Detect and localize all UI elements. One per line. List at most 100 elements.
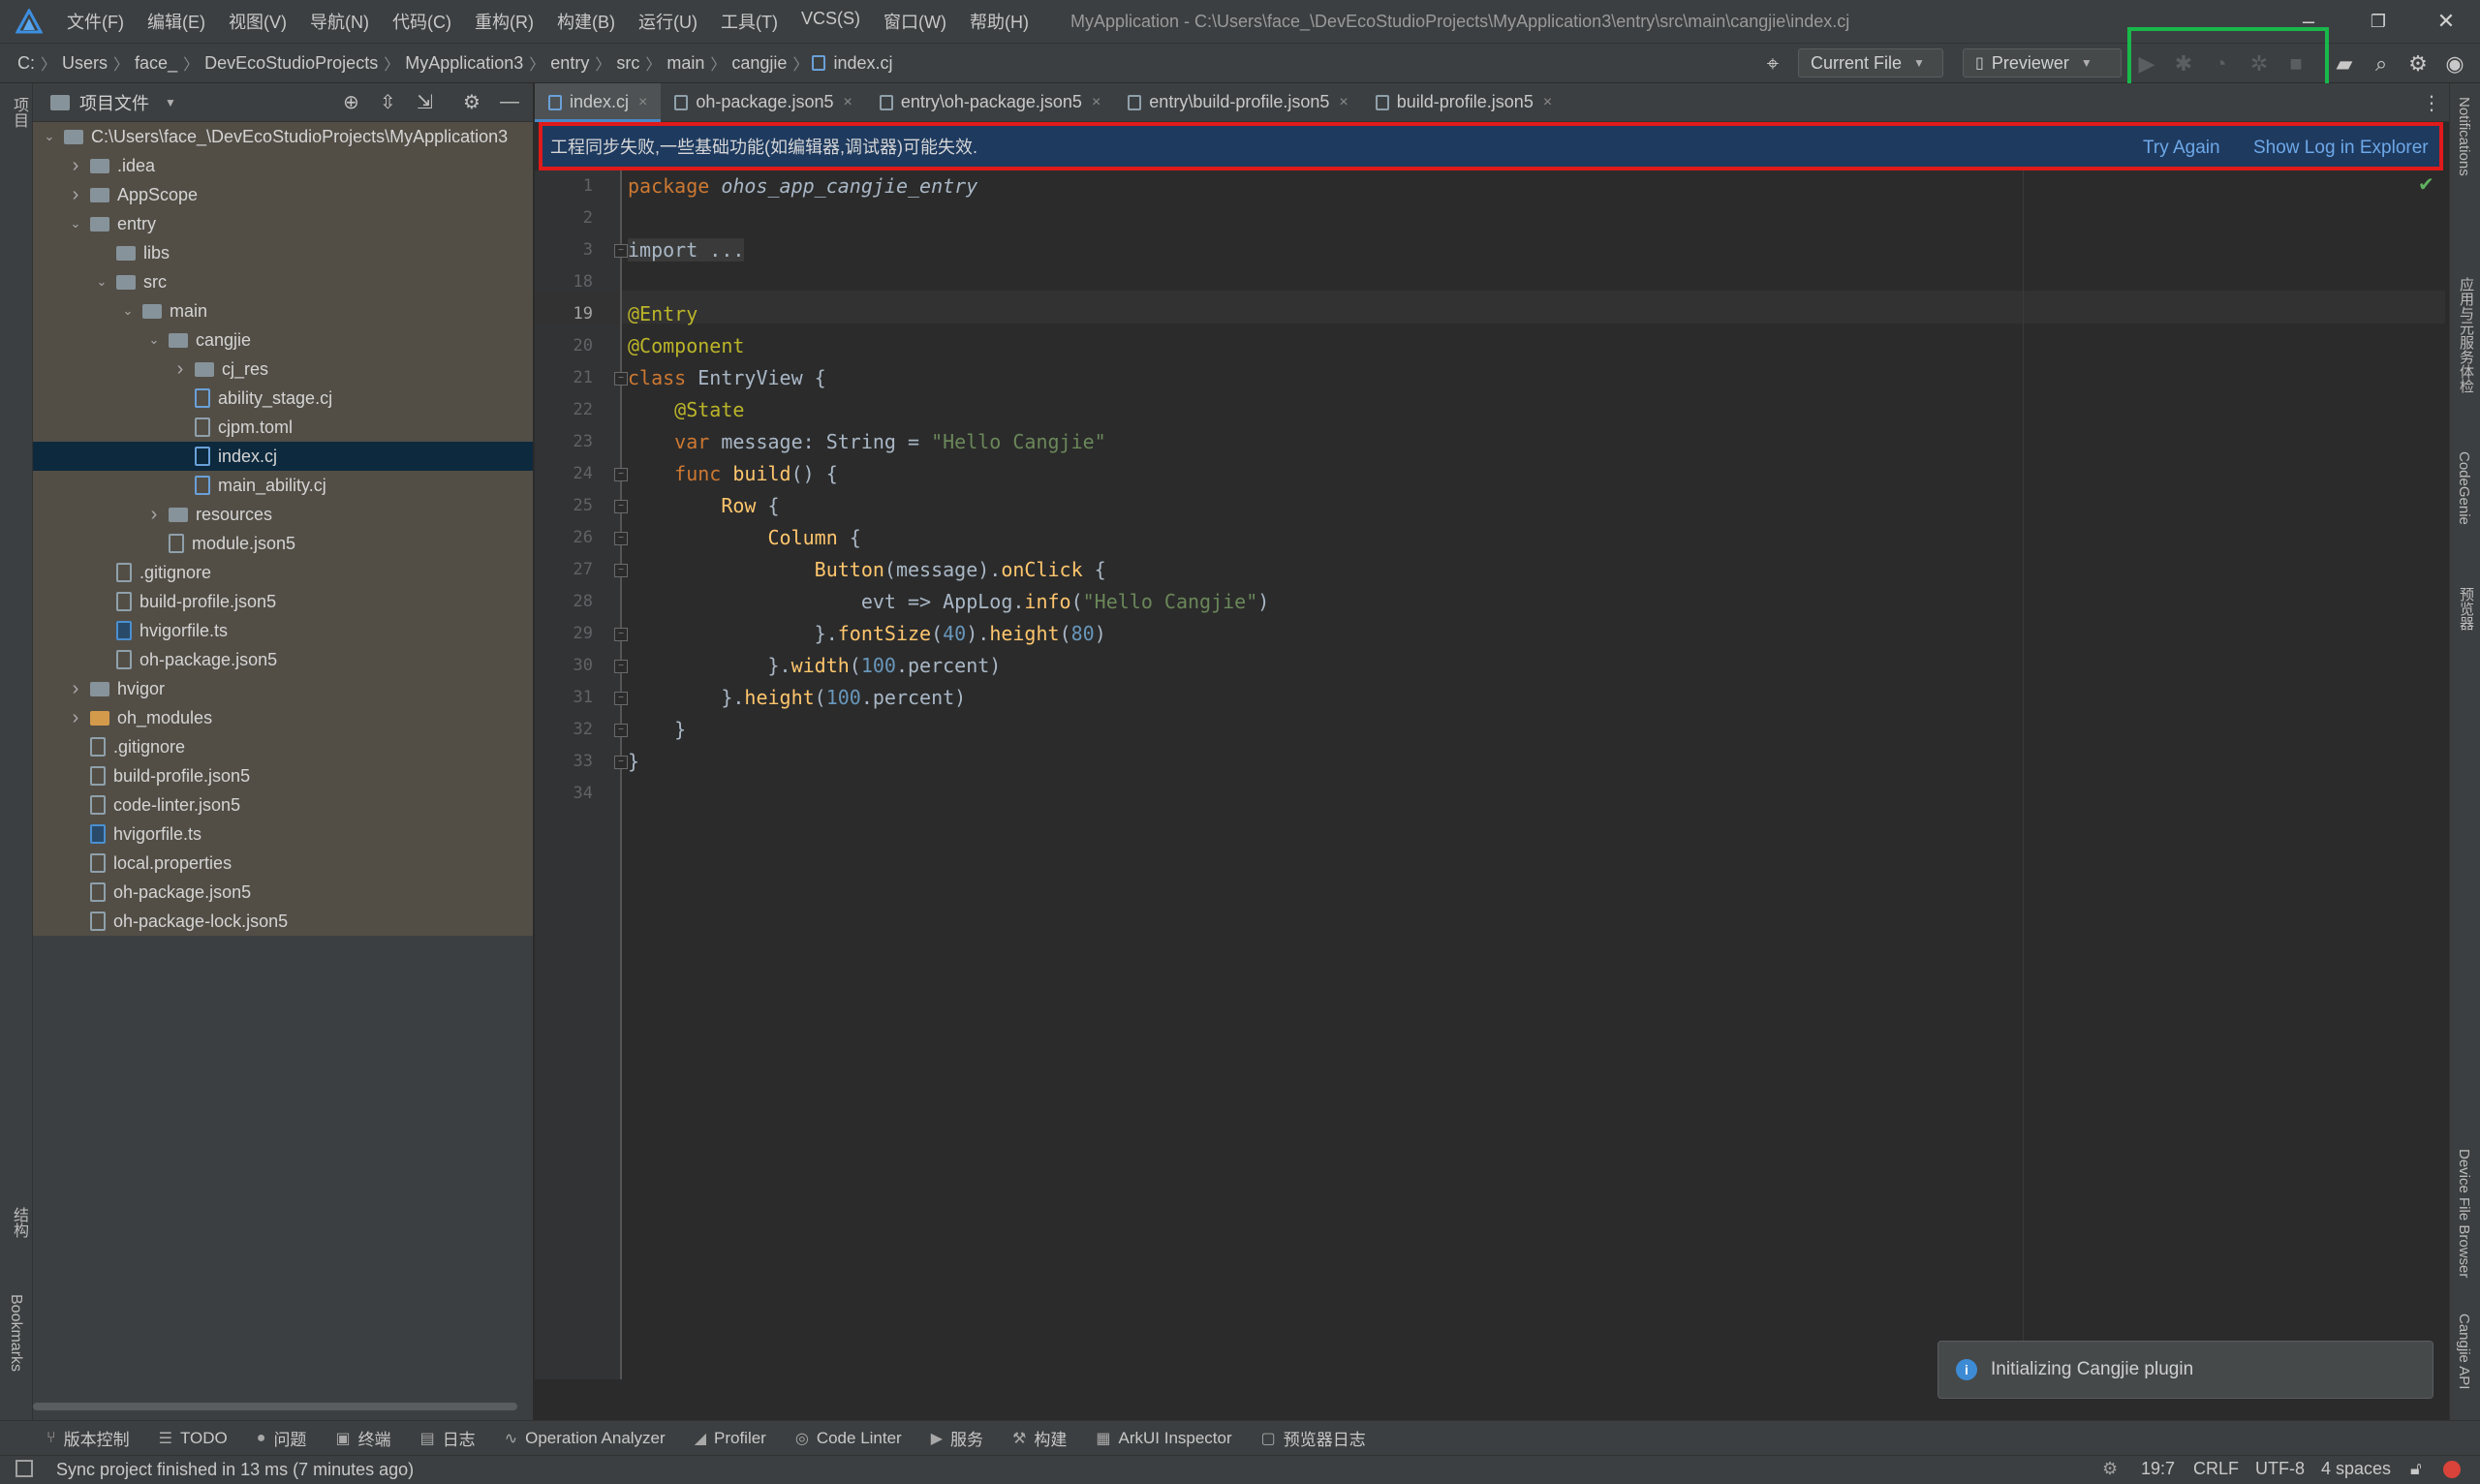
account-icon[interactable]: ◉ bbox=[2441, 50, 2468, 77]
hide-panel-icon[interactable]: — bbox=[500, 91, 519, 113]
tree-item[interactable]: build-profile.json5 bbox=[33, 587, 533, 616]
inspection-icon[interactable]: ⚙ bbox=[2102, 1459, 2118, 1479]
tree-item[interactable]: oh-package.json5 bbox=[33, 645, 533, 674]
tree-item[interactable]: module.json5 bbox=[33, 529, 533, 558]
tree-item[interactable]: ⌄ cangjie bbox=[33, 325, 533, 355]
breadcrumb-item[interactable]: face_ bbox=[135, 53, 177, 74]
tree-item[interactable]: oh-package-lock.json5 bbox=[33, 907, 533, 936]
fold-marker-icon[interactable]: − bbox=[614, 756, 628, 769]
tree-item[interactable]: libs bbox=[33, 238, 533, 267]
editor-tab[interactable]: entry\oh-package.json5 × bbox=[866, 83, 1114, 122]
tree-item[interactable]: › .idea bbox=[33, 151, 533, 180]
code-line[interactable]: evt => AppLog.info("Hello Cangjie") bbox=[628, 590, 1269, 613]
code-line[interactable]: @Component bbox=[628, 334, 744, 357]
code-line[interactable]: Column { bbox=[628, 526, 861, 549]
menu-item[interactable]: 编辑(E) bbox=[144, 5, 208, 38]
editor-tab[interactable]: entry\build-profile.json5 × bbox=[1114, 83, 1361, 122]
tree-item[interactable]: ⌄ src bbox=[33, 267, 533, 296]
menu-item[interactable]: 文件(F) bbox=[64, 5, 127, 38]
menu-item[interactable]: 构建(B) bbox=[554, 5, 618, 38]
tree-item[interactable]: .gitignore bbox=[33, 732, 533, 761]
menu-item[interactable]: 导航(N) bbox=[307, 5, 372, 38]
fold-marker-icon[interactable]: − bbox=[614, 724, 628, 737]
tree-item[interactable]: › AppScope bbox=[33, 180, 533, 209]
breadcrumb-item[interactable]: entry bbox=[550, 53, 589, 74]
editor-tab[interactable]: oh-package.json5 × bbox=[661, 83, 865, 122]
menu-item[interactable]: 工具(T) bbox=[718, 5, 781, 38]
tree-item[interactable]: .gitignore bbox=[33, 558, 533, 587]
gear-icon[interactable]: ⚙ bbox=[463, 90, 480, 114]
bottom-tool-button[interactable]: ▣ 终端 bbox=[335, 1426, 390, 1450]
chevron-down-icon[interactable]: ⌄ bbox=[93, 274, 110, 290]
fold-marker-icon[interactable]: − bbox=[614, 468, 628, 481]
bottom-tool-button[interactable]: ◢ Profiler bbox=[695, 1429, 766, 1448]
show-log-link[interactable]: Show Log in Explorer bbox=[2253, 138, 2429, 159]
code-line[interactable]: class EntryView { bbox=[628, 366, 826, 389]
code-line[interactable]: @State bbox=[628, 398, 744, 421]
tree-item[interactable]: ⌄ C:\Users\face_\DevEcoStudioProjects\MyA… bbox=[33, 122, 533, 151]
project-view-title[interactable]: 项目文件 bbox=[79, 90, 149, 115]
close-tab-icon[interactable]: × bbox=[1092, 94, 1100, 111]
bottom-tool-button[interactable]: ▤ 日志 bbox=[420, 1426, 476, 1450]
caret-position[interactable]: 19:7 bbox=[2141, 1459, 2175, 1479]
chevron-down-icon[interactable]: ⌄ bbox=[67, 216, 84, 232]
tree-item[interactable]: index.cj bbox=[33, 442, 533, 471]
line-separator[interactable]: CRLF bbox=[2193, 1459, 2239, 1479]
code-line[interactable]: Button(message).onClick { bbox=[628, 558, 1106, 581]
tree-item[interactable]: › cj_res bbox=[33, 355, 533, 384]
chevron-down-icon[interactable]: ▼ bbox=[165, 96, 176, 109]
close-tab-icon[interactable]: × bbox=[843, 94, 852, 111]
breadcrumb-item[interactable]: main bbox=[666, 53, 704, 74]
menu-item[interactable]: 帮助(H) bbox=[967, 5, 1032, 38]
code-line[interactable]: func build() { bbox=[628, 462, 838, 485]
bottom-tool-button[interactable]: ▦ ArkUI Inspector bbox=[1096, 1429, 1231, 1448]
app-check-tool-tab[interactable]: 应用与元服务体检 bbox=[2456, 277, 2476, 393]
code-line[interactable]: import ... bbox=[628, 238, 745, 262]
file-encoding[interactable]: UTF-8 bbox=[2255, 1459, 2305, 1479]
status-message[interactable]: Sync project finished in 13 ms (7 minute… bbox=[56, 1460, 414, 1480]
run-config-dropdown[interactable]: Current File ▼ bbox=[1798, 48, 1943, 77]
menu-item[interactable]: 运行(U) bbox=[636, 5, 700, 38]
menu-item[interactable]: 窗口(W) bbox=[881, 5, 949, 38]
bottom-tool-button[interactable]: ▶ 服务 bbox=[931, 1426, 983, 1450]
menu-item[interactable]: VCS(S) bbox=[798, 5, 863, 38]
fold-marker-icon[interactable]: − bbox=[614, 244, 628, 258]
chevron-right-icon[interactable]: › bbox=[67, 678, 84, 700]
tree-item[interactable]: › resources bbox=[33, 500, 533, 529]
bottom-tool-button[interactable]: ⚒ 构建 bbox=[1012, 1426, 1067, 1450]
code-line[interactable]: }.width(100.percent) bbox=[628, 654, 1001, 677]
tree-item[interactable]: build-profile.json5 bbox=[33, 761, 533, 790]
editor-tab[interactable]: index.cj × bbox=[535, 82, 662, 122]
try-again-link[interactable]: Try Again bbox=[2143, 138, 2220, 159]
breadcrumb-item[interactable]: Users bbox=[62, 53, 108, 74]
fold-marker-icon[interactable]: − bbox=[614, 628, 628, 641]
tree-item[interactable]: hvigorfile.ts bbox=[33, 616, 533, 645]
breadcrumb-item[interactable]: DevEcoStudioProjects bbox=[204, 53, 378, 74]
bottom-tool-button[interactable]: ◎ Code Linter bbox=[795, 1429, 902, 1448]
bottom-tool-button[interactable]: ☰ TODO bbox=[159, 1429, 228, 1448]
tree-item[interactable]: ⌄ entry bbox=[33, 209, 533, 238]
tree-item[interactable]: cjpm.toml bbox=[33, 413, 533, 442]
chevron-down-icon[interactable]: ⌄ bbox=[145, 332, 163, 348]
bottom-tool-button[interactable]: ∿ Operation Analyzer bbox=[505, 1429, 666, 1448]
chevron-down-icon[interactable]: ⌄ bbox=[119, 303, 137, 319]
search-icon[interactable]: ⌕ bbox=[2368, 50, 2395, 77]
code-line[interactable]: } bbox=[628, 718, 686, 741]
fold-marker-icon[interactable]: − bbox=[614, 532, 628, 545]
device-file-browser-tool-tab[interactable]: Device File Browser bbox=[2456, 1149, 2472, 1278]
tree-item[interactable]: local.properties bbox=[33, 849, 533, 878]
tree-item[interactable]: › oh_modules bbox=[33, 703, 533, 732]
breadcrumb-item[interactable]: index.cj bbox=[833, 53, 892, 74]
tree-item[interactable]: ability_stage.cj bbox=[33, 384, 533, 413]
device-dropdown[interactable]: ▯ Previewer ▼ bbox=[1963, 48, 2122, 77]
horizontal-scrollbar[interactable] bbox=[33, 1403, 517, 1410]
expand-all-icon[interactable]: ⇳ bbox=[380, 90, 396, 114]
chevron-right-icon[interactable]: › bbox=[67, 155, 84, 177]
code-line[interactable]: Row { bbox=[628, 494, 779, 517]
tree-item[interactable]: › hvigor bbox=[33, 674, 533, 703]
editor-tab[interactable]: build-profile.json5 × bbox=[1362, 83, 1566, 122]
code-line[interactable]: }.height(100.percent) bbox=[628, 686, 966, 709]
code-line[interactable]: var message: String = "Hello Cangjie" bbox=[628, 430, 1106, 453]
tree-item[interactable]: ⌄ main bbox=[33, 296, 533, 325]
fold-marker-icon[interactable]: − bbox=[614, 372, 628, 386]
